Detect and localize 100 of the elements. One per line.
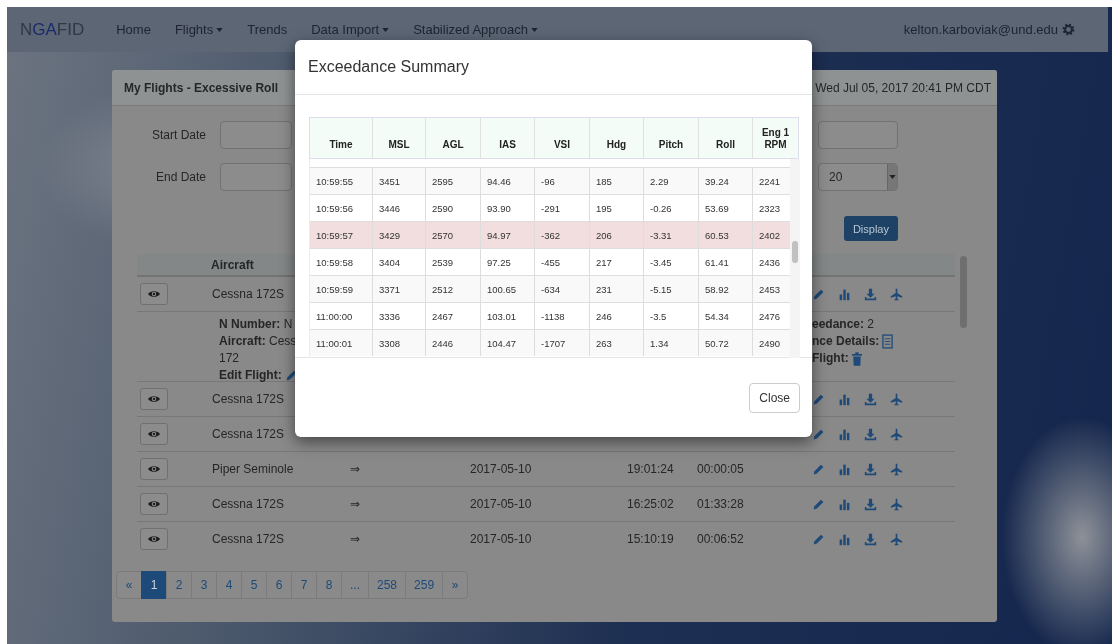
eye-icon (148, 463, 160, 475)
settings-icon[interactable] (1062, 23, 1075, 36)
input-field[interactable] (818, 121, 898, 149)
date-input-field[interactable] (220, 121, 292, 149)
bar-chart-icon[interactable] (838, 287, 851, 301)
plane-icon[interactable] (890, 462, 903, 476)
plane-icon[interactable] (890, 497, 903, 511)
aircraft-cell: Cessna 172S (212, 287, 285, 301)
scrollbar[interactable] (960, 256, 967, 328)
table-row[interactable]: 10:59:58 3404 2539 97.25 -455 217 -3.45 61.41 2436 (310, 248, 790, 275)
table-cell-text: 11:00:01 (315, 336, 354, 351)
page-link[interactable]: 258 (368, 571, 407, 599)
table-row[interactable]: 10:59:59 3371 2512 100.65 -634 231 -5.15 58.92 2453 (310, 275, 790, 302)
table-cell-text: 10:59:55 (315, 174, 354, 189)
aircraft-cell: Piper Seminole (212, 462, 294, 476)
column-heading: Aircraft (211, 257, 254, 272)
column-heading: MSL (372, 118, 425, 158)
nav-link[interactable]: Flights (162, 22, 236, 37)
page-link[interactable]: 8 (316, 571, 342, 599)
filter-label: Start Date (150, 128, 206, 142)
table-cell-text: 11:00:00 (315, 309, 354, 324)
page-link[interactable]: 259 (405, 571, 444, 599)
arrow-cell: ⇒ (350, 532, 360, 546)
column-heading: Eng 1 RPM (752, 118, 798, 158)
nav-link[interactable]: Trends (235, 22, 300, 37)
clipboard-icon[interactable] (882, 334, 894, 349)
display-button[interactable]: Display (843, 216, 898, 241)
close-button[interactable]: Close (749, 382, 800, 413)
nav-link[interactable]: Home (104, 22, 163, 37)
table-cell: 104.47 (480, 330, 534, 356)
caret-icon (382, 27, 390, 32)
page-link[interactable]: 5 (241, 571, 267, 599)
detail-text: Flight: (812, 350, 849, 367)
column-heading: Pitch (643, 118, 698, 158)
page-size-select[interactable]: 20 (818, 163, 898, 191)
modal-title: Exceedance Summary (308, 58, 469, 76)
plane-icon[interactable] (890, 532, 903, 546)
table-row[interactable]: 10:59:56 3446 2590 93.90 -291 195 -0.26 53.69 2323 (310, 194, 790, 221)
table-row[interactable]: 10:59:57 3429 2570 94.97 -362 206 -3.31 60.53 2402 (310, 221, 790, 248)
page-link[interactable]: 4 (216, 571, 242, 599)
detail-text: 172 (219, 350, 240, 367)
panel-title: My Flights - Excessive Roll (124, 80, 279, 95)
bar-chart-icon[interactable] (838, 532, 851, 546)
eye-icon (148, 393, 160, 405)
aircraft-cell: Cessna 172S (212, 532, 285, 546)
table-cell: 2446 (425, 330, 480, 356)
view-button[interactable] (140, 423, 168, 445)
view-button[interactable] (140, 458, 168, 480)
column-heading: IAS (480, 118, 534, 158)
view-button[interactable] (140, 493, 168, 515)
detail-text: Aircraft: Cess (219, 333, 297, 350)
page-link[interactable]: 1 (141, 571, 167, 599)
page-link[interactable]: 3 (191, 571, 217, 599)
date-input-field[interactable] (220, 163, 292, 191)
nav-link[interactable]: Data Import (299, 22, 402, 37)
column-heading: Hdg (589, 118, 643, 158)
download-icon[interactable] (864, 532, 877, 546)
caret-icon (216, 27, 224, 32)
page-link[interactable]: « (116, 571, 142, 599)
download-icon[interactable] (864, 497, 877, 511)
eye-icon (148, 428, 160, 440)
table-cell-text: 10:59:56 (315, 201, 354, 216)
plane-icon[interactable] (890, 392, 903, 406)
plane-icon[interactable] (890, 287, 903, 301)
bar-chart-icon[interactable] (838, 392, 851, 406)
timestamp: Wed Jul 05, 2017 20:41 PM CDT (815, 80, 991, 95)
table-row[interactable]: 10:59:55 3451 2595 94.46 -96 185 2.29 39.24 2241 (310, 167, 790, 194)
page-link[interactable]: 7 (291, 571, 317, 599)
bar-chart-icon[interactable] (838, 427, 851, 441)
page-link[interactable]: 6 (266, 571, 292, 599)
detail-text: Edit Flight: (219, 367, 282, 384)
view-button[interactable] (140, 283, 168, 305)
trash-icon[interactable] (851, 351, 862, 366)
page-link[interactable]: ... (341, 571, 369, 599)
page-link[interactable]: » (442, 571, 469, 599)
table-row[interactable]: 11:00:00 3336 2467 103.01 -1138 246 -3.5 54.34 2476 (310, 302, 790, 329)
bar-chart-icon[interactable] (838, 497, 851, 511)
page-link[interactable]: 2 (166, 571, 192, 599)
start-time-cell: 15:10:19 (627, 532, 674, 546)
plane-icon[interactable] (890, 427, 903, 441)
download-icon[interactable] (864, 462, 877, 476)
aircraft-cell: Cessna 172S (212, 497, 285, 511)
scrollbar[interactable] (792, 241, 798, 263)
table-row[interactable]: 11:00:01 3308 2446 104.47 -1707 263 1.34 50.72 2490 (310, 329, 790, 356)
bar-chart-icon[interactable] (838, 462, 851, 476)
duration-cell: 01:33:28 (697, 497, 744, 511)
nav-link[interactable]: Stabilized Approach (401, 22, 551, 37)
start-time-cell: 19:01:24 (627, 462, 674, 476)
pencil-icon[interactable] (284, 369, 298, 382)
arrow-cell: ⇒ (350, 497, 360, 511)
download-icon[interactable] (864, 287, 877, 301)
download-icon[interactable] (864, 427, 877, 441)
view-button[interactable] (140, 388, 168, 410)
download-icon[interactable] (864, 392, 877, 406)
eye-icon (148, 498, 160, 510)
duration-cell: 00:00:05 (697, 462, 744, 476)
arrow-cell: ⇒ (350, 462, 360, 476)
user-email[interactable]: kelton.karboviak@und.edu (903, 22, 1058, 37)
view-button[interactable] (140, 528, 168, 550)
detail-text: N Number: N (219, 316, 293, 333)
